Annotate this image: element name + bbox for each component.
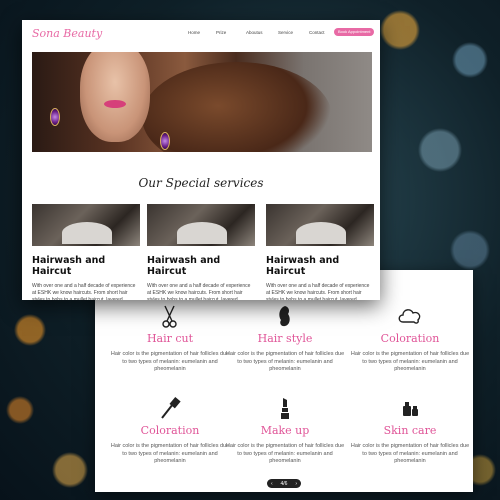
service-card-text: With over one and a half decade of exper… bbox=[266, 283, 370, 300]
service-title: Make up bbox=[260, 424, 310, 437]
dye-brush-icon bbox=[110, 396, 230, 420]
nav-item-prize[interactable]: Prize bbox=[216, 30, 246, 35]
book-appointment-button[interactable]: Book Appointment bbox=[334, 28, 375, 36]
service-card-image bbox=[266, 204, 374, 246]
earring-left bbox=[50, 108, 60, 126]
service-title: Hair style bbox=[257, 332, 313, 345]
nav-item-contact[interactable]: Contact bbox=[309, 30, 331, 35]
services-grid: Hair cut Hair color is the pigmentation … bbox=[95, 270, 473, 492]
service-card-image bbox=[147, 204, 255, 246]
service-text: Hair color is the pigmentation of hair f… bbox=[225, 351, 345, 372]
service-card[interactable]: Hairwash and Haircut With over one and a… bbox=[32, 204, 140, 300]
service-card[interactable]: Hairwash and Haircut With over one and a… bbox=[266, 204, 374, 300]
slide-pager[interactable]: ‹ 4/6 › bbox=[267, 479, 301, 488]
service-title: Coloration bbox=[140, 424, 200, 437]
service-item: Hair cut Hair color is the pigmentation … bbox=[110, 304, 230, 374]
hero-face bbox=[80, 52, 150, 142]
service-card-title: Hairwash and Haircut bbox=[266, 255, 340, 277]
service-card-text: With over one and a half decade of exper… bbox=[32, 283, 136, 300]
services-page-mockup: Hair cut Hair color is the pigmentation … bbox=[95, 270, 473, 492]
service-item: Hair style Hair color is the pigmentatio… bbox=[225, 304, 345, 374]
service-text: Hair color is the pigmentation of hair f… bbox=[225, 443, 345, 464]
brand-logo[interactable]: Sona Beauty bbox=[32, 27, 102, 40]
pager-label: 4/6 bbox=[280, 480, 288, 487]
service-card-title: Hairwash and Haircut bbox=[147, 255, 221, 277]
service-item: Coloration Hair color is the pigmentatio… bbox=[110, 396, 230, 466]
service-text: Hair color is the pigmentation of hair f… bbox=[110, 351, 230, 372]
service-item: Skin care Hair color is the pigmentation… bbox=[350, 396, 470, 466]
service-title: Hair cut bbox=[146, 332, 194, 345]
service-card-image bbox=[32, 204, 140, 246]
chevron-left-icon[interactable]: ‹ bbox=[271, 481, 273, 487]
nav-menu: Home Prize Aboutus Service Contact bbox=[188, 30, 331, 35]
service-title: Coloration bbox=[380, 332, 440, 345]
service-card[interactable]: Hairwash and Haircut With over one and a… bbox=[147, 204, 255, 300]
service-text: Hair color is the pigmentation of hair f… bbox=[350, 351, 470, 372]
service-text: Hair color is the pigmentation of hair f… bbox=[110, 443, 230, 464]
hair-style-icon bbox=[225, 304, 345, 328]
section-title: Our Special services bbox=[138, 176, 264, 190]
earring-right bbox=[160, 132, 170, 150]
hero-image bbox=[32, 52, 372, 152]
homepage-mockup: Sona Beauty Home Prize Aboutus Service C… bbox=[22, 20, 380, 300]
chevron-right-icon[interactable]: › bbox=[295, 481, 297, 487]
service-card-text: With over one and a half decade of exper… bbox=[147, 283, 251, 300]
nav-item-aboutus[interactable]: Aboutus bbox=[246, 30, 278, 35]
service-item: Coloration Hair color is the pigmentatio… bbox=[350, 304, 470, 374]
hero-lips bbox=[104, 100, 126, 108]
skincare-bottles-icon bbox=[350, 396, 470, 420]
hero-hair bbox=[142, 62, 332, 152]
nav-item-service[interactable]: Service bbox=[278, 30, 309, 35]
nav-item-home[interactable]: Home bbox=[188, 30, 216, 35]
scissors-comb-icon bbox=[110, 304, 230, 328]
service-text: Hair color is the pigmentation of hair f… bbox=[350, 443, 470, 464]
cloud-color-icon bbox=[350, 304, 470, 328]
lipstick-icon bbox=[225, 396, 345, 420]
top-navbar: Sona Beauty Home Prize Aboutus Service C… bbox=[22, 20, 380, 50]
service-card-title: Hairwash and Haircut bbox=[32, 255, 106, 277]
service-item: Make up Hair color is the pigmentation o… bbox=[225, 396, 345, 466]
service-title: Skin care bbox=[383, 424, 437, 437]
